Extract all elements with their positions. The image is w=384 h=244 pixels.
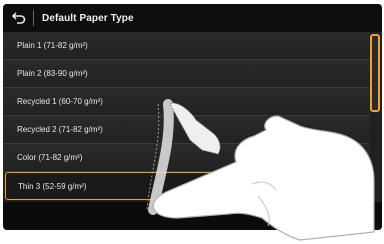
list-item-label: Thin 3 (52-59 g/m²) [18, 181, 87, 191]
list-item-color[interactable]: Color (71-82 g/m²) [3, 144, 370, 172]
scrollbar-thumb[interactable] [370, 34, 380, 112]
list-item-recycled-2[interactable]: Recycled 2 (71-82 g/m²) [3, 116, 370, 144]
scrollbar[interactable] [370, 34, 380, 214]
bottom-bar [3, 202, 382, 230]
title-divider [33, 10, 34, 26]
list-item-label: Recycled 1 (60-70 g/m²) [17, 97, 103, 106]
title-bar: Default Paper Type [3, 4, 382, 32]
device-screen: Default Paper Type Plain 1 (71-82 g/m²) … [3, 4, 382, 230]
list-item-label: Plain 2 (83-90 g/m²) [17, 69, 88, 78]
list-item-thin-3[interactable]: Thin 3 (52-59 g/m²) [5, 172, 310, 200]
page-title: Default Paper Type [42, 12, 134, 24]
list-item-recycled-1[interactable]: Recycled 1 (60-70 g/m²) [3, 88, 370, 116]
list-item-label: Plain 1 (71-82 g/m²) [17, 41, 88, 50]
back-button[interactable] [7, 6, 31, 30]
list-item-plain-1[interactable]: Plain 1 (71-82 g/m²) [3, 32, 370, 60]
back-arrow-icon [12, 12, 26, 24]
paper-type-list: Plain 1 (71-82 g/m²) Plain 2 (83-90 g/m²… [3, 32, 382, 200]
list-item-plain-2[interactable]: Plain 2 (83-90 g/m²) [3, 60, 370, 88]
list-item-label: Color (71-82 g/m²) [17, 153, 83, 162]
list-item-label: Recycled 2 (71-82 g/m²) [17, 125, 103, 134]
